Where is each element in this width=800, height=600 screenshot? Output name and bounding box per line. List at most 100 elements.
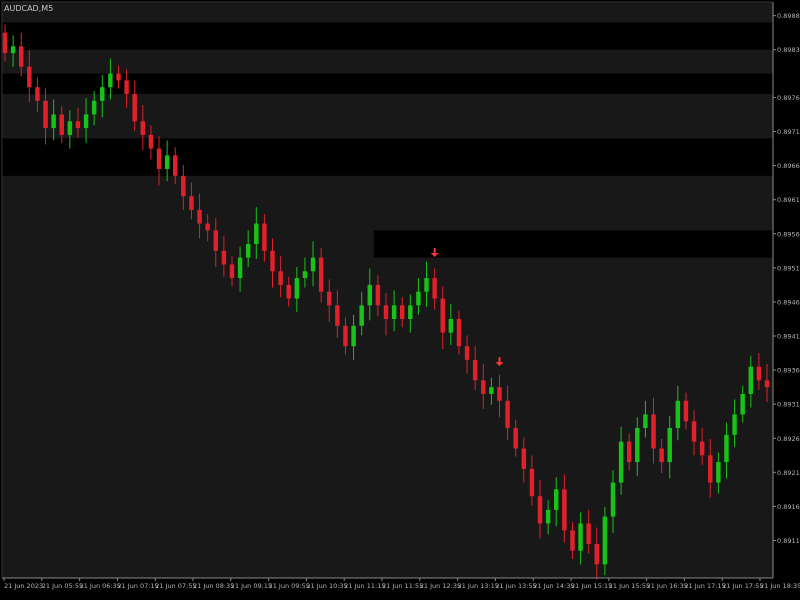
candle-body xyxy=(140,121,146,135)
time-tick-label: 21 Jun 11:55 xyxy=(382,582,423,590)
candle-body xyxy=(278,271,283,285)
candle-body xyxy=(205,223,210,231)
candle-body xyxy=(286,284,291,299)
time-tick-label: 21 Jun 10:35 xyxy=(306,582,347,590)
time-tick-label: 21 Jun 17:15 xyxy=(684,582,725,590)
candle-body xyxy=(262,223,267,251)
candle-body xyxy=(383,305,389,319)
candle-body xyxy=(302,271,308,279)
candle-body xyxy=(132,94,137,122)
candle-body xyxy=(164,155,170,170)
candle-body xyxy=(643,414,648,429)
time-tick-label: 21 Jun 12:35 xyxy=(420,582,461,590)
price-tick-label: 0.89715 xyxy=(777,128,800,136)
candle-body xyxy=(740,393,745,415)
candle-body xyxy=(691,421,697,442)
candle-body xyxy=(327,291,332,306)
candle-body xyxy=(294,278,300,299)
candle-body xyxy=(659,448,664,463)
candle-body xyxy=(472,359,478,381)
candle-body xyxy=(716,462,721,483)
candle-body xyxy=(229,264,235,279)
candle-body xyxy=(432,278,437,299)
candle-body xyxy=(221,250,227,265)
candle-body xyxy=(35,87,40,101)
candle-body xyxy=(683,400,689,422)
candle-body xyxy=(610,482,616,517)
candle-body xyxy=(18,46,24,67)
candle-body xyxy=(91,100,97,115)
price-tick-label: 0.89885 xyxy=(777,12,800,20)
candle-body xyxy=(351,325,356,347)
candle-body xyxy=(464,346,470,360)
candle-body xyxy=(148,134,154,149)
candle-body xyxy=(375,284,381,306)
time-tick-label: 21 Jun 07:15 xyxy=(117,582,158,590)
time-tick-label: 21 Jun 07:55 xyxy=(155,582,196,590)
candle-body xyxy=(10,46,16,54)
candle-body xyxy=(708,455,713,483)
time-tick-label: 21 Jun 17:55 xyxy=(722,582,763,590)
time-tick-label: 21 Jun 05:55 xyxy=(42,582,83,590)
candle-body xyxy=(173,155,178,176)
candle-body xyxy=(343,325,348,347)
candle-body xyxy=(505,400,510,429)
candle-body xyxy=(108,73,113,88)
candle-body xyxy=(724,434,729,463)
candle-body xyxy=(51,114,56,129)
candle-body xyxy=(43,100,48,129)
candle-body xyxy=(416,291,421,306)
chart-window: 0.89885 0.89835 0.89765 0.89715 0.89665 0.896… xyxy=(0,0,800,600)
price-chart: 0.89885 0.89835 0.89765 0.89715 0.89665 0.896… xyxy=(1,1,800,590)
time-tick-label: 21 Jun 15:15 xyxy=(571,582,612,590)
candle-body xyxy=(391,305,397,319)
price-tick-label: 0.89315 xyxy=(777,401,800,409)
candle-body xyxy=(189,196,194,210)
candle-body xyxy=(732,414,737,435)
candle-body xyxy=(27,66,32,88)
candle-body xyxy=(245,243,251,258)
candle-body xyxy=(440,298,445,333)
price-tick-label: 0.89215 xyxy=(777,469,800,477)
candle-body xyxy=(359,305,364,326)
candle-body xyxy=(67,121,73,135)
time-tick-label: 21 Jun 09:55 xyxy=(269,582,310,590)
price-tick-label: 0.89365 xyxy=(777,367,800,375)
candle-body xyxy=(667,428,672,463)
candle-body xyxy=(83,114,89,129)
candle-body xyxy=(75,121,81,129)
price-tick-label: 0.89665 xyxy=(777,162,800,170)
candle-body xyxy=(497,387,502,401)
candle-body xyxy=(481,380,486,394)
candle-body xyxy=(529,468,535,497)
candle-body xyxy=(156,148,162,170)
candle-body xyxy=(756,366,762,381)
supply-demand-zone xyxy=(2,22,773,50)
candle-body xyxy=(367,284,373,306)
candle-body xyxy=(618,441,624,483)
candle-body xyxy=(570,530,575,551)
candle-body xyxy=(448,318,454,333)
candle-body xyxy=(318,257,324,292)
candle-body xyxy=(594,543,599,565)
candle-body xyxy=(124,80,129,95)
time-tick-label: 21 Jun 16:35 xyxy=(647,582,688,590)
candle-body xyxy=(408,305,413,319)
time-tick-label: 21 Jun 18:35 xyxy=(760,582,800,590)
candle-body xyxy=(626,441,632,463)
time-tick-label: 21 Jun 13:15 xyxy=(458,582,499,590)
candle-body xyxy=(181,175,186,197)
time-tick-label: 21 Jun 11:15 xyxy=(344,582,385,590)
time-tick-label: 21 Jun 13:55 xyxy=(495,582,536,590)
candle-body xyxy=(399,305,405,319)
candle-body xyxy=(675,400,681,429)
price-tick-label: 0.89165 xyxy=(777,503,800,511)
candle-body xyxy=(635,428,640,463)
price-tick-label: 0.89115 xyxy=(777,537,800,545)
time-tick-label: 21 Jun 15:55 xyxy=(609,582,650,590)
price-tick-label: 0.89415 xyxy=(777,333,800,341)
time-tick-label: 21 Jun 06:35 xyxy=(80,582,121,590)
candle-body xyxy=(456,318,462,347)
candle-body xyxy=(100,87,105,101)
candle-body xyxy=(513,428,518,449)
